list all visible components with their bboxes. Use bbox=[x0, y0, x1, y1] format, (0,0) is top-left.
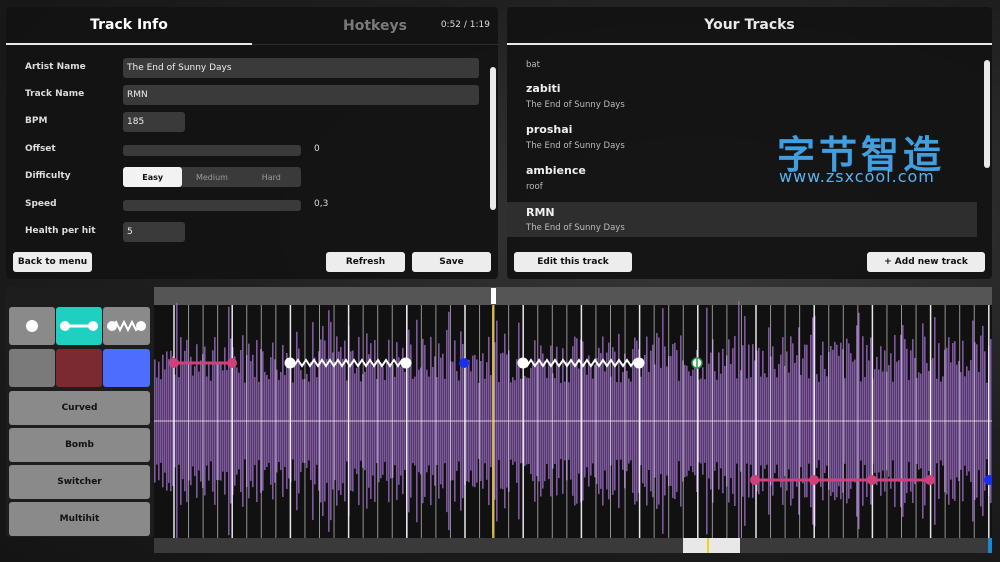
horizontal-scrollbar[interactable] bbox=[154, 538, 992, 553]
offset-label: Offset bbox=[25, 144, 56, 154]
tab-track-info[interactable]: Track Info bbox=[6, 7, 252, 45]
switcher-button[interactable]: Switcher bbox=[9, 465, 150, 499]
track-item-artist: bat bbox=[526, 60, 540, 70]
save-button[interactable]: Save bbox=[412, 252, 491, 272]
speed-slider[interactable] bbox=[123, 200, 301, 211]
multihit-button[interactable]: Multihit bbox=[9, 502, 150, 536]
difficulty-row: Difficulty Easy Medium Hard bbox=[6, 167, 486, 187]
bpm-row: BPM 185 bbox=[6, 112, 486, 132]
track-list-item-selected[interactable]: RMN The End of Sunny Days bbox=[507, 202, 977, 237]
curved-button[interactable]: Curved bbox=[9, 391, 150, 425]
back-to-menu-button[interactable]: Back to menu bbox=[13, 252, 92, 272]
track-name-input[interactable]: RMN bbox=[123, 85, 479, 105]
refresh-button[interactable]: Refresh bbox=[326, 252, 405, 272]
speed-value: 0,3 bbox=[314, 199, 329, 209]
track-name-row: Track Name RMN bbox=[6, 85, 486, 105]
track-item-artist: The End of Sunny Days bbox=[526, 100, 625, 110]
speed-label: Speed bbox=[25, 199, 57, 209]
tap-note[interactable] bbox=[459, 358, 469, 368]
bpm-label: BPM bbox=[25, 116, 48, 126]
artist-label: Artist Name bbox=[25, 62, 86, 72]
track-list-item[interactable]: zabiti The End of Sunny Days bbox=[507, 79, 977, 117]
track-item-artist: The End of Sunny Days bbox=[526, 141, 625, 151]
difficulty-label: Difficulty bbox=[25, 171, 71, 181]
tool-palette: Curved Bomb Switcher Multihit bbox=[6, 287, 154, 537]
track-item-name: proshai bbox=[526, 123, 573, 136]
zigzag-note-tool[interactable] bbox=[103, 307, 150, 345]
playback-time: 0:52 / 1:19 bbox=[440, 20, 490, 30]
scrollbar-end-marker bbox=[988, 538, 992, 553]
speed-row: Speed 0,3 bbox=[6, 195, 486, 215]
seek-handle[interactable] bbox=[491, 288, 496, 304]
add-new-track-button[interactable]: + Add new track bbox=[867, 252, 985, 272]
tracks-scrollbar[interactable] bbox=[984, 60, 990, 168]
scrollbar-thumb[interactable] bbox=[683, 538, 740, 553]
health-row: Health per hit 5 bbox=[6, 222, 486, 242]
offset-row: Offset 0 bbox=[6, 140, 486, 160]
artist-row: Artist Name The End of Sunny Days bbox=[6, 58, 486, 78]
timeline-canvas bbox=[154, 287, 994, 553]
track-list-item[interactable]: bat bbox=[507, 53, 977, 75]
offset-slider[interactable] bbox=[123, 145, 301, 156]
track-item-name: RMN bbox=[526, 206, 555, 219]
health-label: Health per hit bbox=[25, 226, 96, 236]
track-item-name: zabiti bbox=[526, 82, 561, 95]
health-input[interactable]: 5 bbox=[123, 222, 185, 242]
bomb-button[interactable]: Bomb bbox=[9, 428, 150, 462]
track-item-artist: The End of Sunny Days bbox=[526, 223, 625, 233]
tap-note-tool[interactable] bbox=[9, 307, 55, 345]
difficulty-selector: Easy Medium Hard bbox=[123, 167, 301, 187]
info-scrollbar[interactable] bbox=[490, 67, 496, 210]
color-blue-swatch[interactable] bbox=[103, 349, 150, 387]
track-item-artist: roof bbox=[526, 182, 543, 192]
hold-note-icon bbox=[60, 321, 98, 331]
tracks-title: Your Tracks bbox=[507, 7, 992, 45]
artist-name-input[interactable]: The End of Sunny Days bbox=[123, 58, 479, 78]
switcher-note[interactable] bbox=[691, 357, 703, 369]
track-item-name: ambience bbox=[526, 164, 586, 177]
note-timeline[interactable] bbox=[154, 287, 994, 553]
color-red-swatch[interactable] bbox=[56, 349, 102, 387]
your-tracks-panel: Your Tracks bat zabiti The End of Sunny … bbox=[507, 7, 992, 279]
zigzag-note-icon bbox=[107, 319, 146, 333]
edit-track-button[interactable]: Edit this track bbox=[514, 252, 632, 272]
hold-note-tool[interactable] bbox=[56, 307, 102, 345]
difficulty-medium[interactable]: Medium bbox=[182, 167, 241, 187]
timeline-seek-bar[interactable] bbox=[154, 287, 992, 305]
offset-value: 0 bbox=[314, 144, 320, 154]
track-name-label: Track Name bbox=[25, 89, 85, 99]
tap-note-icon bbox=[26, 320, 38, 332]
color-gray-swatch[interactable] bbox=[9, 349, 55, 387]
track-info-panel: Track Info Hotkeys 0:52 / 1:19 Artist Na… bbox=[6, 7, 498, 279]
bpm-input[interactable]: 185 bbox=[123, 112, 185, 132]
difficulty-hard[interactable]: Hard bbox=[242, 167, 301, 187]
watermark-url: www.zsxcool.com bbox=[779, 167, 935, 186]
difficulty-easy[interactable]: Easy bbox=[123, 167, 183, 187]
